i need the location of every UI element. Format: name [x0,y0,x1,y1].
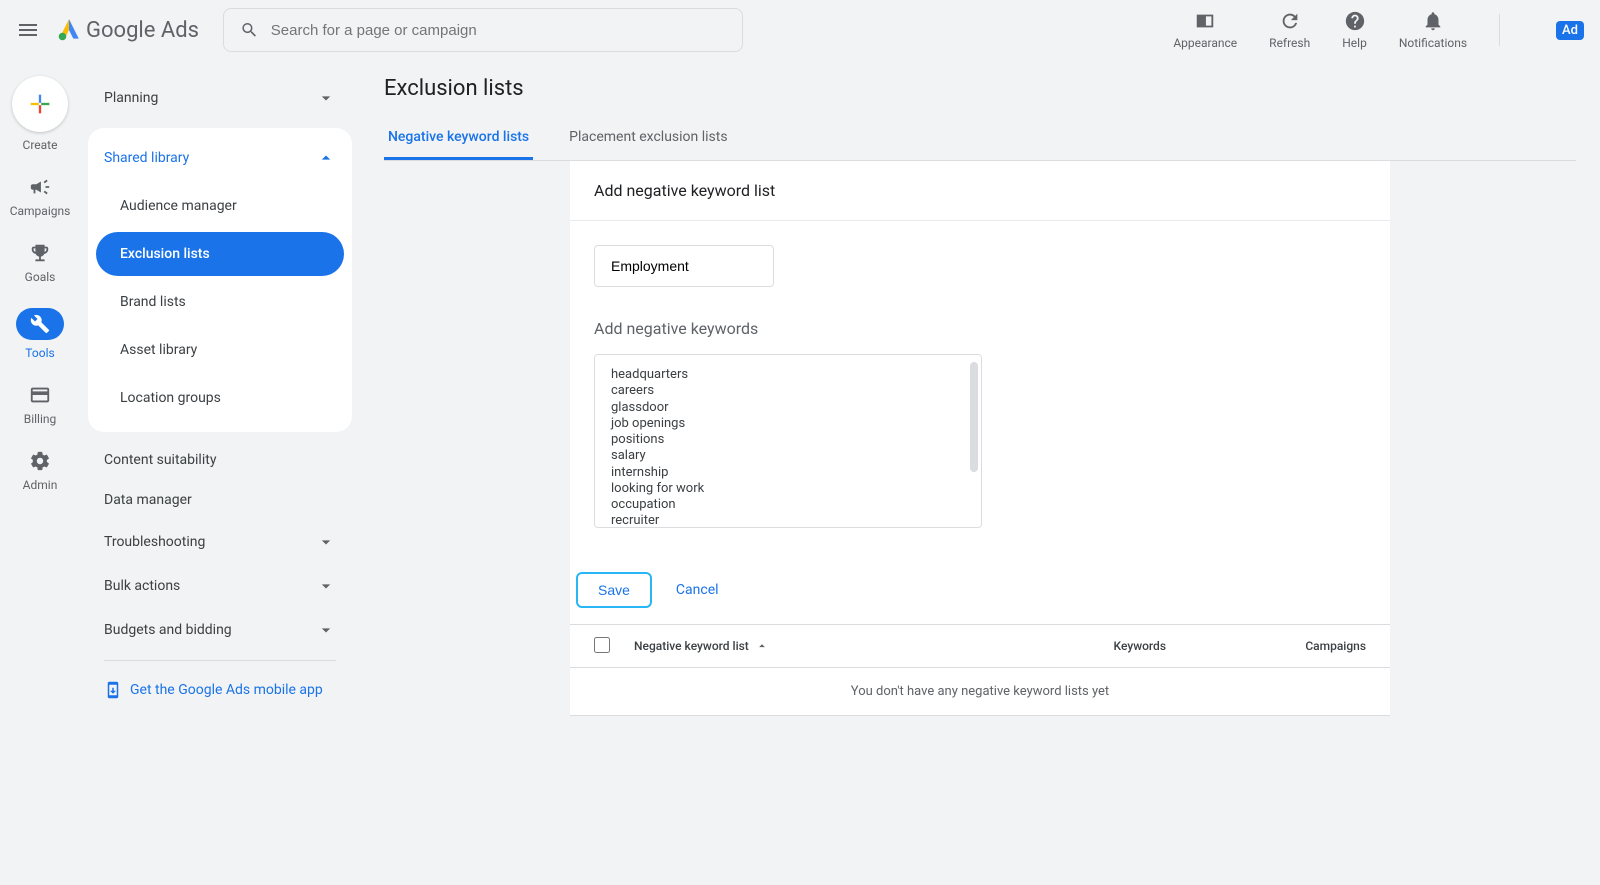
help-icon [1344,10,1366,32]
sidebar-bulk-actions[interactable]: Bulk actions [88,564,352,608]
sidebar-exclusion-lists[interactable]: Exclusion lists [96,232,344,276]
sidebar-brand-lists[interactable]: Brand lists [96,280,344,324]
divider [104,660,336,661]
keywords-section-label: Add negative keywords [594,319,1366,338]
chevron-down-icon [316,620,336,640]
chevron-down-icon [316,576,336,596]
credit-card-icon [29,384,51,406]
sort-arrow-up-icon [755,639,769,653]
refresh-button[interactable]: Refresh [1269,10,1310,50]
brand-text: Google Ads [86,18,199,43]
cancel-button[interactable]: Cancel [676,582,719,598]
column-keywords[interactable]: Keywords [966,639,1166,653]
create-button[interactable]: Create [12,76,68,152]
chevron-down-icon [316,532,336,552]
bell-icon [1422,10,1444,32]
appearance-icon [1194,10,1216,32]
scrollbar[interactable] [970,362,978,472]
tab-placement-exclusion-lists[interactable]: Placement exclusion lists [565,117,731,160]
form-title: Add negative keyword list [570,161,1390,221]
billing-nav[interactable]: Billing [24,384,57,426]
select-all-checkbox[interactable] [594,637,610,653]
tab-negative-keyword-lists[interactable]: Negative keyword lists [384,117,533,160]
sidebar-location-groups[interactable]: Location groups [96,376,344,420]
sidebar-data-manager[interactable]: Data manager [88,480,352,520]
search-box[interactable] [223,8,743,52]
admin-nav[interactable]: Admin [23,450,58,492]
list-name-input[interactable] [594,245,774,287]
chevron-down-icon [316,88,336,108]
column-name[interactable]: Negative keyword list [634,639,966,653]
sidebar-asset-library[interactable]: Asset library [96,328,344,372]
hamburger-menu-icon[interactable] [16,18,40,42]
search-icon [240,20,259,40]
sidebar-content-suitability[interactable]: Content suitability [88,440,352,480]
get-mobile-app-link[interactable]: Get the Google Ads mobile app [88,669,352,711]
refresh-icon [1279,10,1301,32]
goals-nav[interactable]: Goals [25,242,56,284]
search-input[interactable] [271,22,726,39]
plus-icon [26,90,54,118]
column-campaigns[interactable]: Campaigns [1166,639,1366,653]
divider [1499,14,1500,46]
notifications-button[interactable]: Notifications [1399,10,1467,50]
chevron-up-icon [316,148,336,168]
empty-state: You don't have any negative keyword list… [570,668,1390,716]
megaphone-icon [29,176,51,198]
tools-nav[interactable]: Tools [16,308,64,360]
trophy-icon [29,242,51,264]
appearance-button[interactable]: Appearance [1173,10,1237,50]
wrench-icon [30,314,50,334]
campaigns-nav[interactable]: Campaigns [10,176,71,218]
page-title: Exclusion lists [384,76,1576,101]
help-button[interactable]: Help [1342,10,1367,50]
save-button[interactable]: Save [576,572,652,608]
gear-icon [29,450,51,472]
sidebar-audience-manager[interactable]: Audience manager [96,184,344,228]
google-ads-logo[interactable]: Google Ads [56,17,199,43]
ad-badge: Ad [1556,21,1584,40]
sidebar-troubleshooting[interactable]: Troubleshooting [88,520,352,564]
download-icon [104,681,122,699]
sidebar-shared-library[interactable]: Shared library [88,136,352,180]
sidebar-planning[interactable]: Planning [88,76,352,120]
sidebar-budgets-bidding[interactable]: Budgets and bidding [88,608,352,652]
keywords-textarea[interactable] [594,354,982,528]
